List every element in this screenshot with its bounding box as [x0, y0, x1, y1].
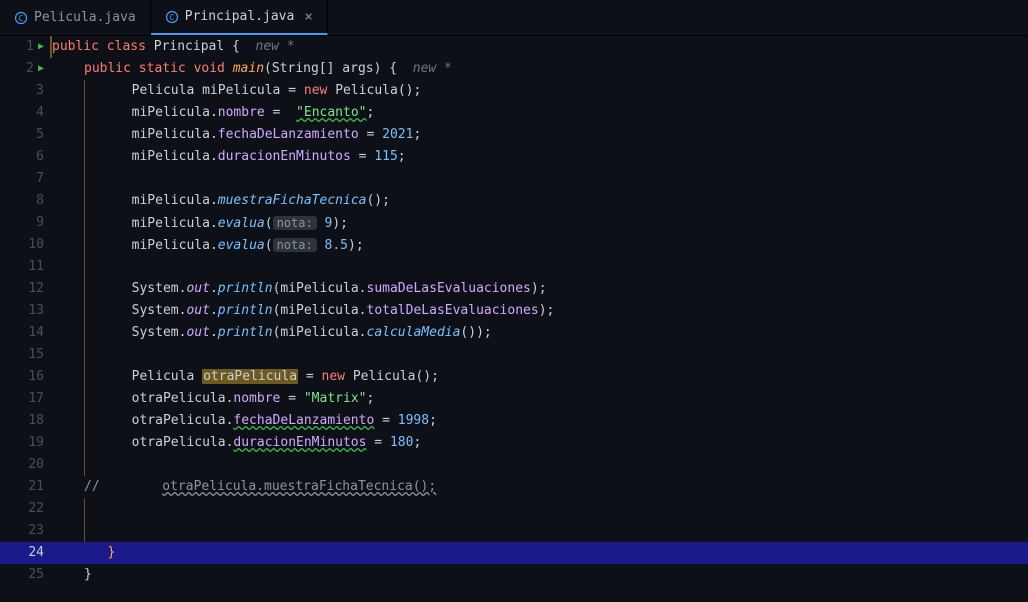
- code-line[interactable]: [50, 344, 1028, 366]
- gutter-line[interactable]: 13: [0, 300, 50, 322]
- run-icon[interactable]: ▶: [38, 58, 44, 80]
- code-line[interactable]: [50, 454, 1028, 476]
- gutter-line[interactable]: 25: [0, 564, 50, 586]
- gutter-line[interactable]: 6: [0, 146, 50, 168]
- gutter-line[interactable]: 19: [0, 432, 50, 454]
- gutter-line[interactable]: 22: [0, 498, 50, 520]
- code-line[interactable]: miPelicula.nombre = "Encanto";: [50, 102, 1028, 124]
- gutter-line[interactable]: 8: [0, 190, 50, 212]
- code-line[interactable]: System.out.println(miPelicula.sumaDeLasE…: [50, 278, 1028, 300]
- gutter-line[interactable]: 9: [0, 212, 50, 234]
- gutter-line[interactable]: 17: [0, 388, 50, 410]
- tab-principal[interactable]: C Principal.java ×: [151, 0, 328, 35]
- gutter-line[interactable]: 7: [0, 168, 50, 190]
- svg-text:C: C: [169, 13, 174, 22]
- gutter-line[interactable]: 5: [0, 124, 50, 146]
- parameter-hint: nota:: [273, 216, 317, 230]
- code-area[interactable]: public class Principal { new * public st…: [50, 36, 1028, 602]
- gutter-line[interactable]: 21: [0, 476, 50, 498]
- run-icon[interactable]: ▶: [38, 36, 44, 58]
- tab-label: Pelicula.java: [34, 10, 136, 25]
- code-line[interactable]: Pelicula otraPelicula = new Pelicula();: [50, 366, 1028, 388]
- code-line[interactable]: [50, 168, 1028, 190]
- gutter-line[interactable]: 14: [0, 322, 50, 344]
- code-line[interactable]: }: [50, 564, 1028, 586]
- code-line[interactable]: System.out.println(miPelicula.totalDeLas…: [50, 300, 1028, 322]
- gutter-line[interactable]: 18: [0, 410, 50, 432]
- code-line[interactable]: [50, 256, 1028, 278]
- gutter-line[interactable]: 16: [0, 366, 50, 388]
- tab-label: Principal.java: [185, 9, 295, 24]
- gutter-line[interactable]: 1▶: [0, 36, 50, 58]
- gutter-line[interactable]: 2▶: [0, 58, 50, 80]
- code-line[interactable]: otraPelicula.nombre = "Matrix";: [50, 388, 1028, 410]
- gutter-line[interactable]: 10: [0, 234, 50, 256]
- gutter-line[interactable]: 20: [0, 454, 50, 476]
- code-line[interactable]: miPelicula.duracionEnMinutos = 115;: [50, 146, 1028, 168]
- code-line[interactable]: [50, 520, 1028, 542]
- gutter-line[interactable]: 3: [0, 80, 50, 102]
- code-line[interactable]: miPelicula.evalua(nota: 8.5);: [50, 234, 1028, 256]
- class-icon: C: [14, 11, 28, 25]
- gutter-line[interactable]: 15: [0, 344, 50, 366]
- gutter-line[interactable]: 24: [0, 542, 50, 564]
- class-icon: C: [165, 10, 179, 24]
- tab-pelicula[interactable]: C Pelicula.java: [0, 0, 151, 35]
- code-line[interactable]: }: [50, 542, 1028, 564]
- code-line[interactable]: miPelicula.evalua(nota: 9);: [50, 212, 1028, 234]
- code-line[interactable]: miPelicula.muestraFichaTecnica();: [50, 190, 1028, 212]
- highlighted-variable: otraPelicula: [202, 369, 298, 384]
- code-line[interactable]: System.out.println(miPelicula.calculaMed…: [50, 322, 1028, 344]
- code-editor[interactable]: 1▶ 2▶ 3 4 5 6 7 8 9 10 11 12 13 14 15 16…: [0, 36, 1028, 602]
- svg-text:C: C: [19, 14, 24, 23]
- parameter-hint: nota:: [273, 238, 317, 252]
- gutter-line[interactable]: 12: [0, 278, 50, 300]
- code-line[interactable]: otraPelicula.fechaDeLanzamiento = 1998;: [50, 410, 1028, 432]
- gutter-line[interactable]: 4: [0, 102, 50, 124]
- code-line[interactable]: Pelicula miPelicula = new Pelicula();: [50, 80, 1028, 102]
- code-line[interactable]: otraPelicula.duracionEnMinutos = 180;: [50, 432, 1028, 454]
- code-line[interactable]: public static void main(String[] args) {…: [50, 58, 1028, 80]
- code-line[interactable]: [50, 498, 1028, 520]
- code-line[interactable]: public class Principal { new *: [50, 36, 1028, 58]
- gutter-line[interactable]: 23: [0, 520, 50, 542]
- gutter: 1▶ 2▶ 3 4 5 6 7 8 9 10 11 12 13 14 15 16…: [0, 36, 50, 602]
- gutter-line[interactable]: 11: [0, 256, 50, 278]
- code-line[interactable]: // otraPelicula.muestraFichaTecnica();: [50, 476, 1028, 498]
- tab-bar: C Pelicula.java C Principal.java ×: [0, 0, 1028, 36]
- close-icon[interactable]: ×: [304, 9, 312, 25]
- code-line[interactable]: miPelicula.fechaDeLanzamiento = 2021;: [50, 124, 1028, 146]
